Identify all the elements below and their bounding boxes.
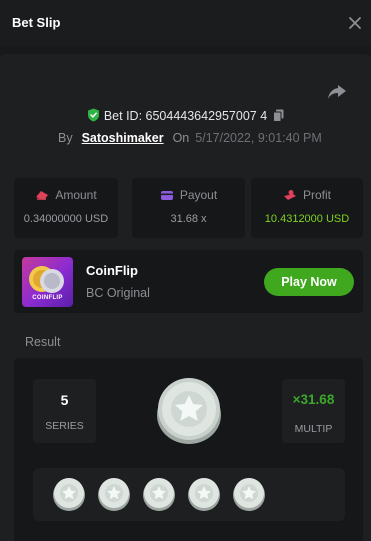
bet-date: 5/17/2022, 9:01:40 PM <box>195 131 322 145</box>
copy-icon[interactable] <box>273 109 284 125</box>
amount-card: Amount 0.34000000 USD <box>14 178 118 238</box>
multiplier-caption: MULTIP <box>294 423 333 435</box>
coinflip-thumbnail[interactable]: COINFLIP <box>22 257 73 307</box>
result-label: Result <box>25 335 61 349</box>
share-icon[interactable] <box>326 82 348 102</box>
by-label: By <box>58 131 73 145</box>
profit-value: 10.4312000 USD <box>264 213 350 225</box>
payout-label: Payout <box>179 188 218 202</box>
amount-value: 0.34000000 USD <box>23 213 109 225</box>
user-link[interactable]: Satoshimaker <box>82 131 164 145</box>
coin-icon <box>187 477 221 511</box>
coin-icon <box>52 477 86 511</box>
payout-icon <box>160 191 173 200</box>
amount-label: Amount <box>55 188 97 202</box>
coin-series-bar <box>33 468 345 521</box>
coin-icon <box>142 477 176 511</box>
shield-check-icon <box>87 108 100 125</box>
game-subtitle: BC Original <box>86 286 150 300</box>
thumbnail-label: COINFLIP <box>32 295 63 301</box>
coin-icon <box>97 477 131 511</box>
header-bar: Bet Slip <box>0 0 371 46</box>
series-caption: SERIES <box>45 420 84 432</box>
series-box: 5 SERIES <box>33 379 96 443</box>
profit-icon <box>283 190 296 200</box>
game-name: CoinFlip <box>86 263 138 278</box>
profit-card: Profit 10.4312000 USD <box>251 178 363 238</box>
coin-icon <box>232 477 266 511</box>
profit-label: Profit <box>302 188 331 202</box>
bet-id-row: Bet ID: 6504443642957007 4 <box>0 108 371 125</box>
on-label: On <box>172 131 190 145</box>
payout-value: 31.68 x <box>170 213 207 225</box>
result-coin-icon <box>156 377 222 445</box>
game-card: COINFLIP CoinFlip BC Original Play Now <box>14 250 363 313</box>
multiplier-box: ×31.68 MULTIP <box>282 379 345 443</box>
page-title: Bet Slip <box>12 15 61 30</box>
play-now-button[interactable]: Play Now <box>264 268 354 296</box>
close-icon[interactable] <box>345 13 365 33</box>
result-panel: 5 SERIES ×31.68 MULTIP <box>14 358 363 541</box>
series-value: 5 <box>60 392 69 408</box>
multiplier-value: ×31.68 <box>292 392 335 407</box>
payout-card: Payout 31.68 x <box>132 178 245 238</box>
bet-author-row: By Satoshimaker On 5/17/2022, 9:01:40 PM <box>58 131 322 145</box>
bet-id: Bet ID: 6504443642957007 4 <box>103 109 268 123</box>
amount-icon <box>36 191 49 200</box>
